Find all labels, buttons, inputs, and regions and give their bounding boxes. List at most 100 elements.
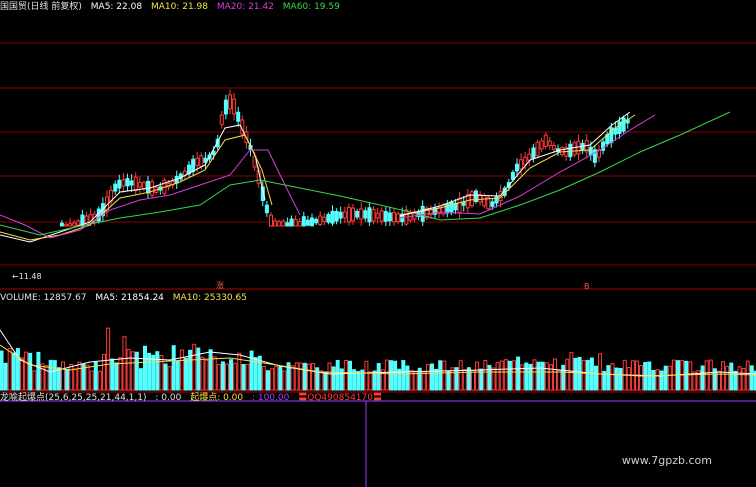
volume-bar [225,363,229,391]
candle-body [371,208,376,222]
candle-body [314,218,319,224]
candle-body [355,210,360,218]
volume-bar [233,362,238,391]
candle-body [150,181,155,196]
volume-bar [503,359,508,391]
volume-bar [204,359,209,391]
volume-bar [507,360,512,391]
indicator-header: 龙喻起爆点(25,6,25,25,21,44,1,1) : 0.00 起爆点: … [0,391,388,405]
volume-bar [282,370,287,391]
volume-bar [323,371,328,391]
volume-bar [155,351,160,391]
volume-bar [200,356,205,391]
volume-bar [741,367,746,391]
candle-body [133,176,138,192]
volume-bar [725,365,730,391]
volume-bar [368,371,373,391]
volume-bar [298,362,303,391]
volume-bar [28,352,33,391]
volume-bar [487,364,492,391]
volume-bar [241,363,246,391]
volume-bar [561,364,566,391]
volume-bar [458,360,463,391]
volume-bar [667,365,672,391]
price-low-label: ←11.48 [12,272,42,281]
volume-bar [499,360,504,391]
indicator-contact: 〓QQ490854170〓 [298,393,382,403]
volume-bar [278,366,283,391]
volume-bar [749,365,754,391]
volume-bar [516,356,521,391]
candle-body [547,140,552,146]
candle-body [293,218,298,227]
indicator-label: 起爆点: 0.00 [190,393,244,403]
volume-bar [401,360,406,391]
up-marker: 涨 [216,281,224,290]
volume-bar [229,359,234,391]
volume-bar [151,354,156,391]
price-header: 国国贸(日线 前复权) MA5: 22.08 MA10: 21.98 MA20:… [0,0,346,14]
volume-bar [688,361,693,391]
volume-bar [364,360,369,391]
candle-body [527,153,532,161]
candle-body [76,220,81,226]
indicator-value-1: : 0.00 [155,393,182,403]
volume-bar [626,366,631,391]
candle-body [68,223,73,227]
candle-body [367,207,372,223]
volume-bar [97,370,102,391]
volume-bar [446,370,451,391]
candle-body [490,201,495,207]
volume-bar [557,369,562,391]
volume-bar [32,370,37,391]
candle-body [146,180,150,194]
volume-bar [704,360,709,391]
volume-bar [483,360,488,391]
volume-bar [118,357,123,391]
candle-body [289,218,294,227]
volume-bar [114,362,119,391]
volume-bar [56,367,61,391]
ma5-label: MA5: 22.08 [90,2,143,12]
volume-bar [495,362,500,391]
candle-body [318,215,323,225]
volume-bar [405,365,410,391]
volume-bar [171,345,176,391]
volume-bar [311,362,316,391]
candle-body [232,98,237,115]
volume-bar [48,359,53,391]
volume-bar [659,370,664,391]
volume-bar [425,364,430,391]
candle-body [113,183,118,192]
indicator-pane[interactable]: 龙喻起爆点(25,6,25,25,21,44,1,1) : 0.00 起爆点: … [0,393,756,487]
volume-bar [434,368,439,391]
volume-bar [540,361,545,391]
volume-bar [581,359,586,391]
volume-bar [237,352,242,391]
candle-body [305,219,310,226]
candle-body [482,195,487,207]
volume-bar [138,368,143,391]
candle-body [301,216,306,227]
volume-bar [143,345,147,391]
price-chart-pane[interactable]: 国国贸(日线 前复权) MA5: 22.08 MA10: 21.98 MA20:… [0,0,756,291]
candle-body [137,181,142,188]
candle-body [223,99,228,115]
candle-body [273,220,278,227]
volume-bar [376,363,381,391]
volume-bar [389,360,393,391]
indicator-name: 龙喻起爆点(25,6,25,25,21,44,1,1) [0,393,147,403]
candle-body [461,201,466,206]
candle-body [236,111,241,122]
volume-chart-pane[interactable]: VOLUME: 12857.67 MA5: 21854.24 MA10: 253… [0,290,756,393]
volume-bar [343,360,348,391]
candle-body [560,147,565,156]
indicator-chart [0,400,756,487]
candle-body [375,212,380,219]
price-title: 国国贸(日线 前复权) [0,2,82,12]
volume-bar [524,362,529,391]
volume-label: VOLUME: 12857.67 [0,293,87,303]
candle-body [519,159,524,170]
volume-bar [0,350,4,391]
candle-body [195,157,200,166]
